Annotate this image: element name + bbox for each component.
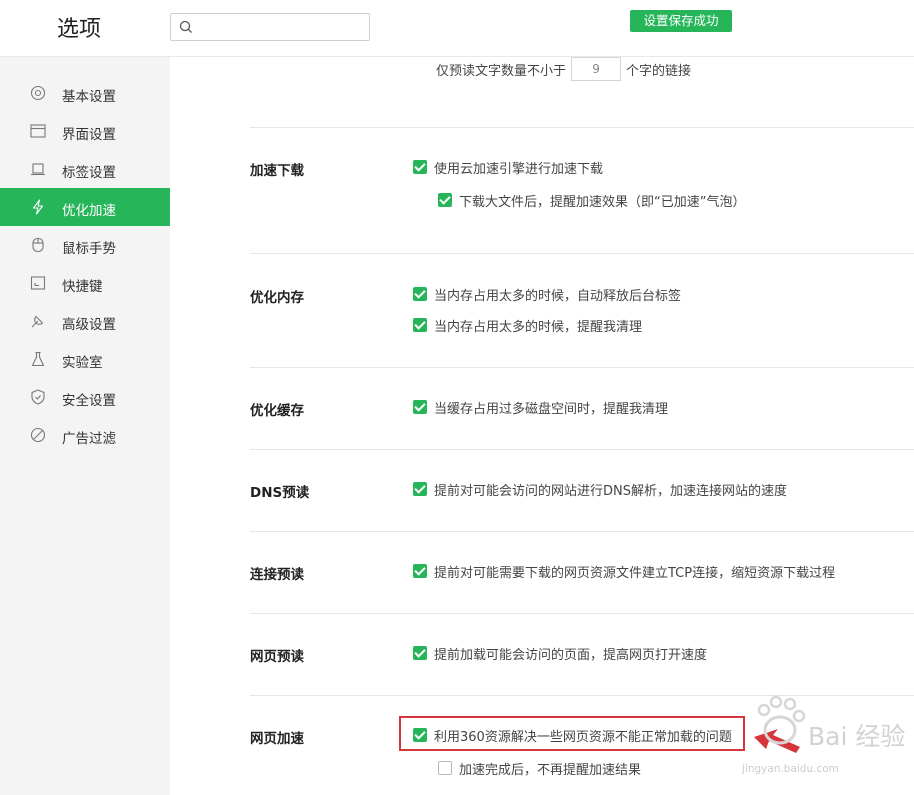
dns-preresolve-option[interactable]: 提前对可能会访问的网站进行DNS解析，加速连接网站的速度 [413, 480, 787, 499]
sidebar-item-security[interactable]: 安全设置 [0, 378, 170, 416]
sidebar-item-label: 标签设置 [62, 165, 116, 181]
sidebar-item-label: 安全设置 [62, 393, 116, 409]
sidebar-item-mouse[interactable]: 鼠标手势 [0, 226, 170, 264]
page-preload-option[interactable]: 提前加载可能会访问的页面，提高网页打开速度 [413, 644, 708, 663]
mouse-icon [32, 237, 44, 253]
option-label: 加速完成后，不再提醒加速结果 [459, 762, 642, 778]
divider [250, 613, 914, 614]
checkbox-checked[interactable] [413, 482, 427, 496]
option-label: 当内存占用太多的时候，自动释放后台标签 [434, 288, 682, 304]
divider [250, 253, 914, 254]
divider [250, 531, 914, 532]
sidebar: 基本设置 界面设置 标签设置 优化加速 鼠标手势 快捷键 高级设置 实验室 安全… [0, 57, 170, 795]
save-success-toast: 设置保存成功 [630, 10, 732, 32]
sidebar-item-interface[interactable]: 界面设置 [0, 112, 170, 150]
option-label: 提前对可能需要下载的网页资源文件建立TCP连接，缩短资源下载过程 [434, 565, 836, 581]
option-label: 提前对可能会访问的网站进行DNS解析，加速连接网站的速度 [434, 483, 787, 499]
sidebar-item-adblock[interactable]: 广告过滤 [0, 416, 170, 454]
option-label: 提前加载可能会访问的页面，提高网页打开速度 [434, 647, 708, 663]
lightning-icon [32, 199, 44, 215]
web-accel-no-notify-option[interactable]: 加速完成后，不再提醒加速结果 [438, 759, 642, 778]
checkbox-checked[interactable] [413, 318, 427, 332]
sidebar-item-label: 高级设置 [62, 317, 116, 333]
tab-icon [31, 163, 45, 176]
checkbox-checked[interactable] [413, 160, 427, 174]
checkbox-checked[interactable] [413, 646, 427, 660]
divider [250, 127, 914, 128]
basic-settings-icon [30, 85, 46, 101]
tcp-preconnect-option[interactable]: 提前对可能需要下载的网页资源文件建立TCP连接，缩短资源下载过程 [413, 562, 836, 581]
memory-release-option[interactable]: 当内存占用太多的时候，自动释放后台标签 [413, 285, 682, 304]
preread-count-input[interactable]: 9 [571, 57, 622, 81]
sidebar-item-advanced[interactable]: 高级设置 [0, 302, 170, 340]
header: 选项 设置保存成功 [0, 0, 914, 57]
sidebar-item-label: 基本设置 [62, 89, 116, 105]
block-icon [30, 427, 46, 443]
checkbox-checked[interactable] [413, 564, 427, 578]
divider [250, 449, 914, 450]
section-title-memory: 优化内存 [250, 290, 304, 306]
cache-notify-option[interactable]: 当缓存占用过多磁盘空间时，提醒我清理 [413, 398, 669, 417]
checkbox-unchecked[interactable] [438, 761, 452, 775]
annotation-highlight-box [399, 716, 745, 751]
section-title-page: 网页预读 [250, 649, 304, 665]
section-title-web-accel: 网页加速 [250, 731, 304, 747]
option-label: 当内存占用太多的时候，提醒我清理 [434, 319, 643, 335]
interface-icon [30, 124, 46, 138]
download-notify-option[interactable]: 下载大文件后，提醒加速效果（即“已加速”气泡） [438, 191, 746, 210]
flask-icon [31, 351, 45, 367]
option-label: 当缓存占用过多磁盘空间时，提醒我清理 [434, 401, 669, 417]
watermark-text: Bai 经验 [808, 722, 906, 751]
option-label: 下载大文件后，提醒加速效果（即“已加速”气泡） [459, 194, 746, 210]
sidebar-item-label: 广告过滤 [62, 431, 116, 447]
sidebar-item-tabs[interactable]: 标签设置 [0, 150, 170, 188]
keyboard-icon [30, 276, 46, 290]
checkbox-checked[interactable] [438, 193, 452, 207]
sidebar-item-shortcuts[interactable]: 快捷键 [0, 264, 170, 302]
search-input[interactable] [170, 13, 370, 41]
sidebar-item-label: 优化加速 [62, 203, 116, 219]
section-title-cache: 优化缓存 [250, 403, 304, 419]
sidebar-item-label: 实验室 [62, 355, 103, 371]
option-label: 使用云加速引擎进行加速下载 [434, 161, 604, 177]
download-accel-option[interactable]: 使用云加速引擎进行加速下载 [413, 158, 604, 177]
section-title-connect: 连接预读 [250, 567, 304, 583]
wrench-icon [31, 315, 44, 328]
memory-notify-option[interactable]: 当内存占用太多的时候，提醒我清理 [413, 316, 643, 335]
checkbox-checked[interactable] [413, 287, 427, 301]
preread-prefix: 仅预读文字数量不小于 [436, 63, 567, 79]
section-title-dns: DNS预读 [250, 485, 310, 501]
sidebar-item-label: 鼠标手势 [62, 241, 116, 257]
watermark-url: jingyan.baidu.com [742, 763, 839, 775]
search-icon [179, 20, 192, 33]
section-title-download: 加速下载 [250, 163, 304, 179]
settings-content: 仅预读文字数量不小于 9 个字的链接 加速下载 使用云加速引擎进行加速下载 下载… [170, 57, 914, 795]
sidebar-item-label: 快捷键 [62, 279, 103, 295]
sidebar-item-lab[interactable]: 实验室 [0, 340, 170, 378]
sidebar-item-optimize[interactable]: 优化加速 [0, 188, 170, 226]
divider [250, 367, 914, 368]
shield-icon [31, 389, 45, 405]
page-title: 选项 [57, 17, 102, 42]
checkbox-checked[interactable] [413, 400, 427, 414]
preread-row: 仅预读文字数量不小于 9 个字的链接 [436, 57, 691, 81]
sidebar-item-basic[interactable]: 基本设置 [0, 74, 170, 112]
preread-suffix: 个字的链接 [626, 63, 692, 79]
sidebar-item-label: 界面设置 [62, 127, 116, 143]
